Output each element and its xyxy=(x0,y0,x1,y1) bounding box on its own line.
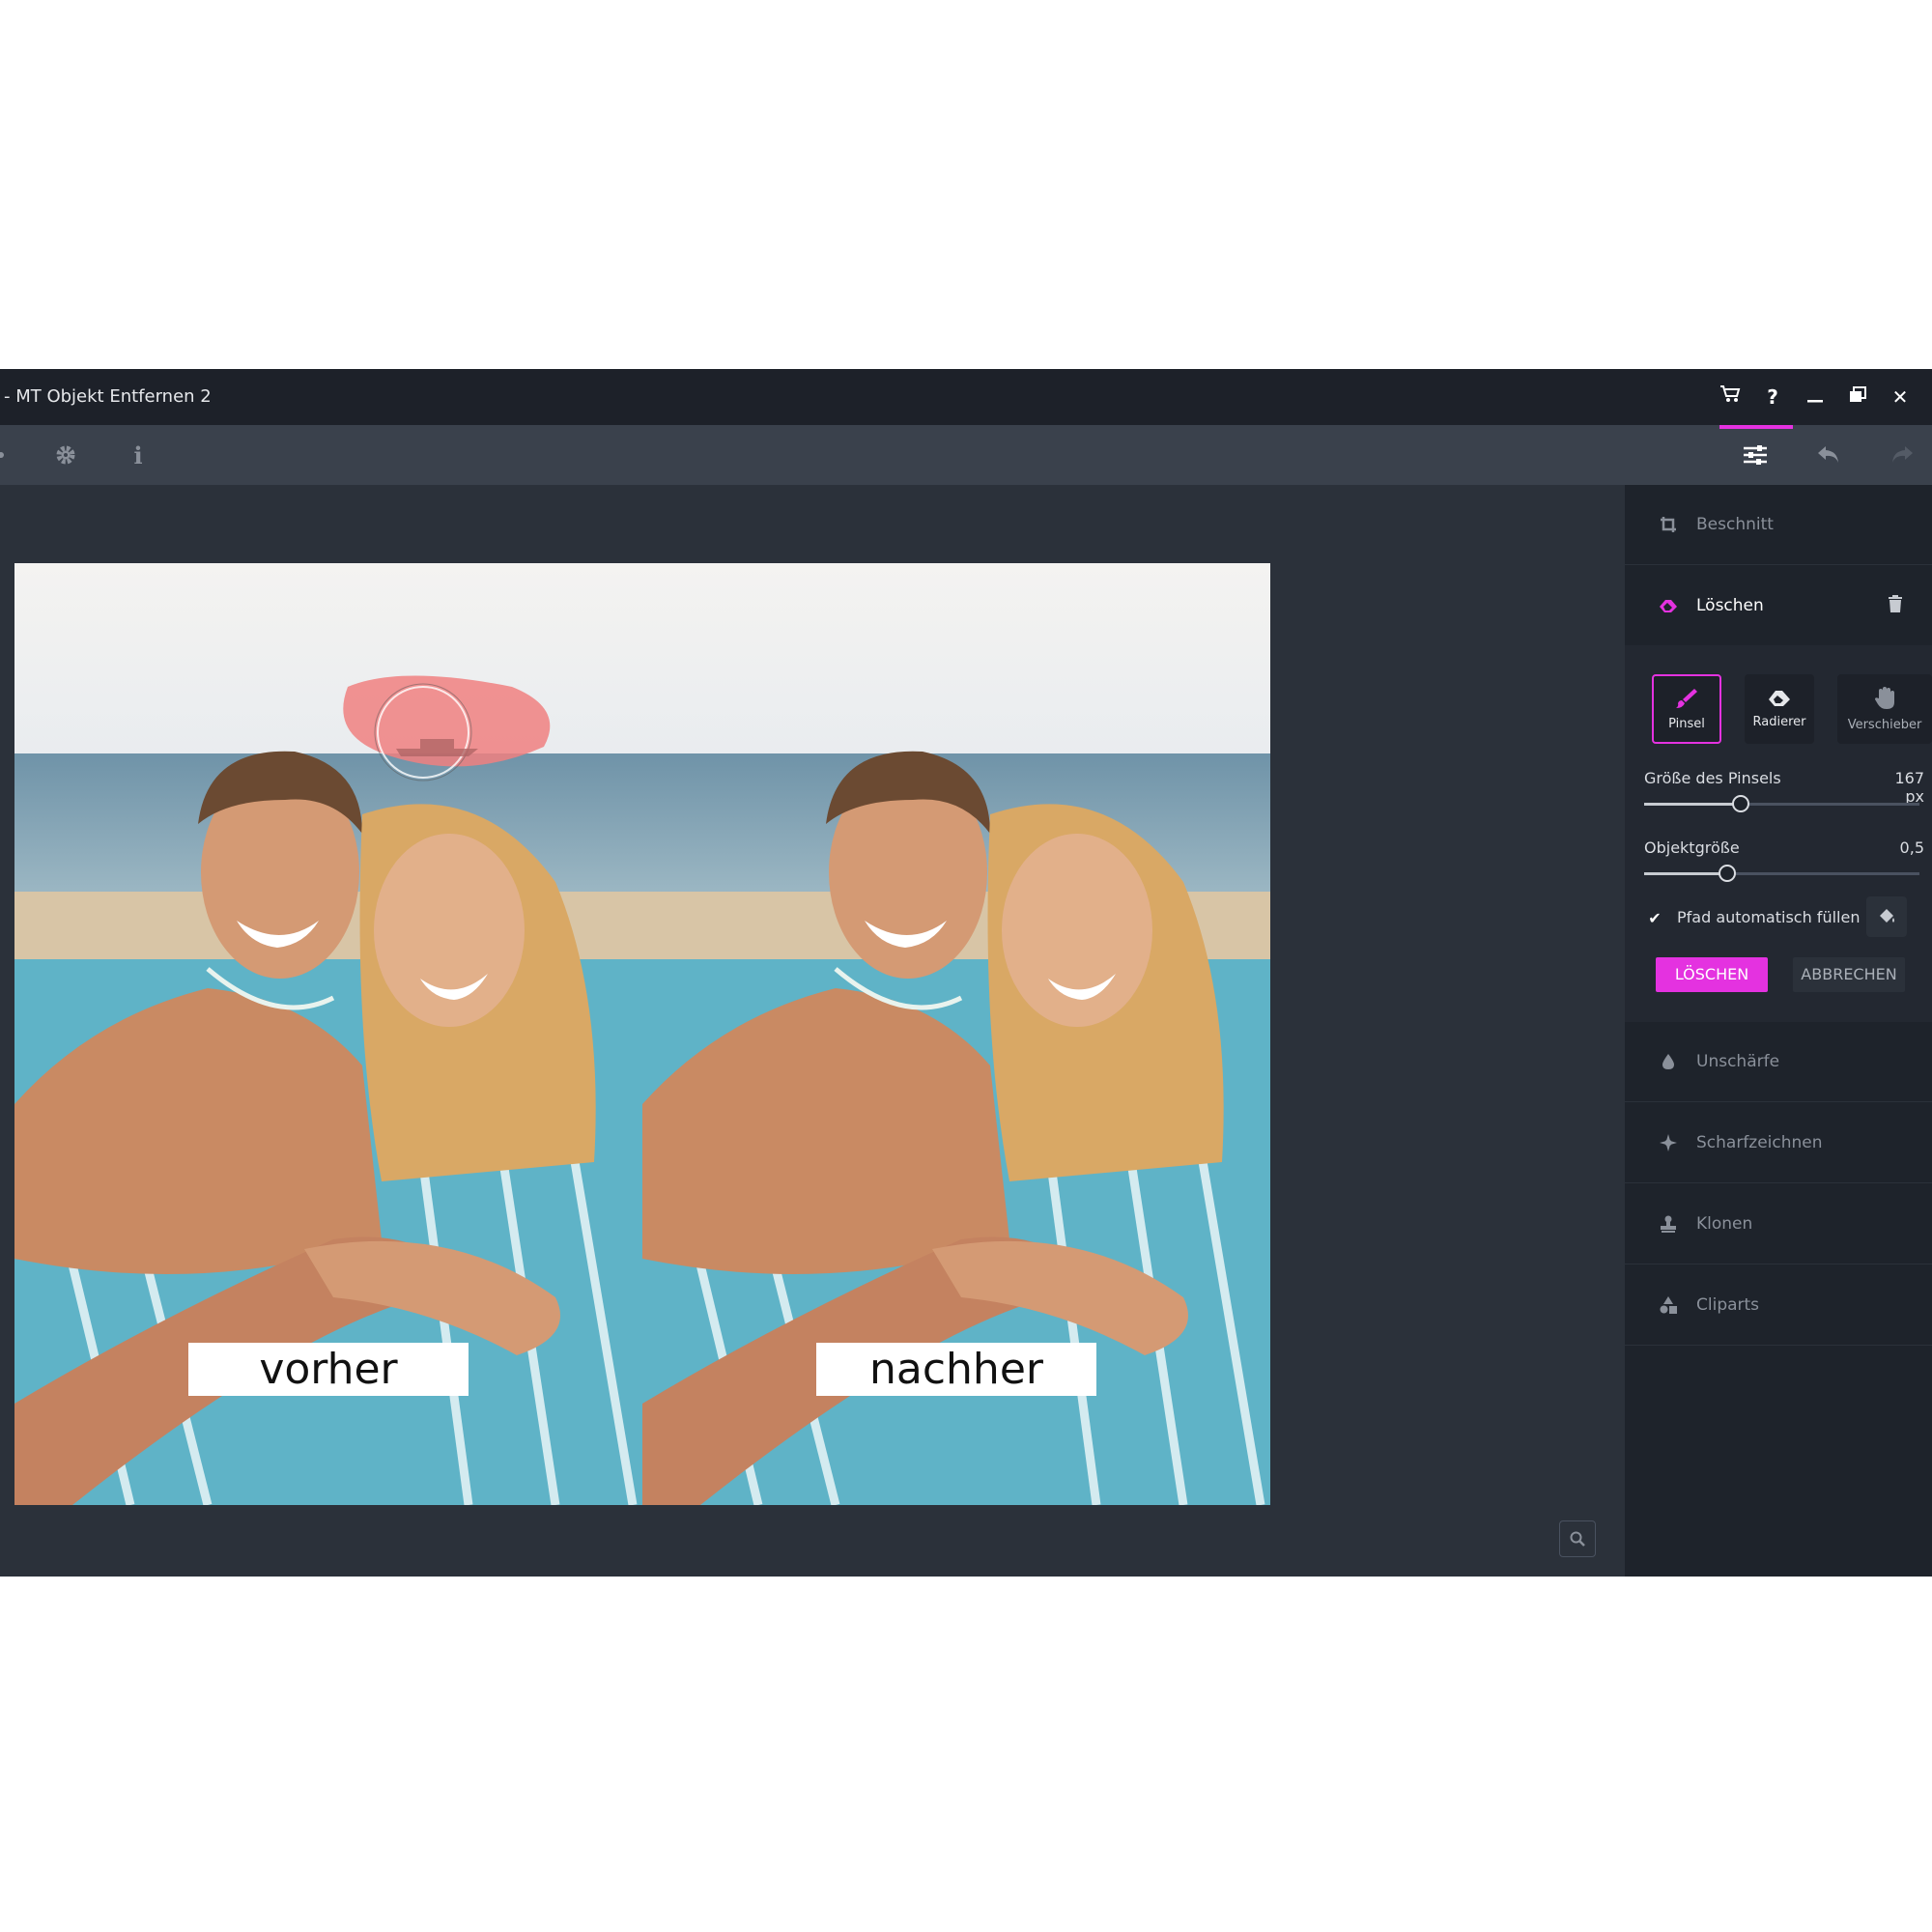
autofill-checkbox[interactable]: ✔ xyxy=(1646,909,1663,927)
brush-size-value: 167 px xyxy=(1894,769,1924,806)
eraser-icon xyxy=(1658,595,1679,616)
object-size-slider-knob[interactable] xyxy=(1718,865,1736,882)
tool-label: Radierer xyxy=(1752,714,1806,729)
section-label: Klonen xyxy=(1696,1214,1753,1234)
object-size-value: 0,5 xyxy=(1899,838,1924,857)
app-window: - MT Objekt Entfernen 2 ? ✕ i vorher nac… xyxy=(0,369,1932,1577)
section-label: Scharfzeichnen xyxy=(1696,1133,1823,1152)
crop-icon xyxy=(1658,514,1679,535)
tool-label: Pinsel xyxy=(1668,716,1705,731)
section-klonen[interactable]: Klonen xyxy=(1625,1184,1932,1264)
brush-size-slider-knob[interactable] xyxy=(1731,795,1749,812)
sliders-icon[interactable] xyxy=(1739,439,1772,471)
minimize-icon[interactable] xyxy=(1799,381,1832,413)
fill-bucket-button[interactable] xyxy=(1866,896,1907,937)
undo-icon[interactable] xyxy=(1812,439,1845,471)
gear-icon[interactable] xyxy=(49,439,82,471)
caption-before: vorher xyxy=(188,1343,469,1396)
tool-verschieber[interactable]: Verschieber xyxy=(1837,674,1932,744)
sparkle-icon xyxy=(1658,1132,1679,1153)
autofill-label: Pfad automatisch füllen xyxy=(1677,908,1861,926)
tool-label: Verschieber xyxy=(1847,717,1922,732)
window-title: - MT Objekt Entfernen 2 xyxy=(4,386,212,407)
brush-icon xyxy=(1676,688,1697,708)
search-icon xyxy=(1570,1531,1585,1547)
section-label: Unschärfe xyxy=(1696,1052,1780,1071)
section-unschaerfe[interactable]: Unschärfe xyxy=(1625,1022,1932,1102)
delete-button[interactable]: LÖSCHEN xyxy=(1656,957,1768,992)
title-bar: - MT Objekt Entfernen 2 ? ✕ xyxy=(0,369,1932,425)
partial-left-icon[interactable] xyxy=(0,439,17,471)
tool-radierer[interactable]: Radierer xyxy=(1745,674,1814,744)
loeschen-options: Pinsel Radierer Verschieber Größe des Pi… xyxy=(1625,645,1932,1022)
zoom-button[interactable] xyxy=(1559,1520,1596,1557)
eraser-tool-icon xyxy=(1769,690,1790,706)
tool-pinsel[interactable]: Pinsel xyxy=(1652,674,1721,744)
section-beschnitt[interactable]: Beschnitt xyxy=(1625,485,1932,565)
redo-icon[interactable] xyxy=(1886,439,1918,471)
section-label: Cliparts xyxy=(1696,1295,1760,1315)
section-label: Beschnitt xyxy=(1696,515,1774,534)
droplet-icon xyxy=(1658,1051,1679,1072)
active-tab-indicator xyxy=(1719,425,1793,429)
cancel-button[interactable]: ABBRECHEN xyxy=(1793,957,1905,992)
paint-bucket-icon xyxy=(1880,909,1894,923)
close-icon[interactable]: ✕ xyxy=(1884,381,1917,413)
trash-icon[interactable] xyxy=(1888,595,1903,616)
brush-size-label: Größe des Pinsels xyxy=(1644,769,1781,787)
toolbar: i xyxy=(0,425,1932,485)
section-scharfzeichnen[interactable]: Scharfzeichnen xyxy=(1625,1103,1932,1183)
cart-icon[interactable] xyxy=(1714,381,1747,413)
stamp-icon xyxy=(1658,1213,1679,1235)
canvas-area[interactable]: vorher nachher xyxy=(0,485,1625,1577)
caption-after: nachher xyxy=(816,1343,1096,1396)
help-icon[interactable]: ? xyxy=(1756,381,1789,413)
tools-panel: Beschnitt Löschen Pinsel Radierer Versch xyxy=(1625,485,1932,1577)
brush-size-slider-fill xyxy=(1644,803,1741,806)
restore-icon[interactable] xyxy=(1841,381,1874,413)
shapes-icon xyxy=(1658,1294,1679,1316)
hand-icon xyxy=(1875,686,1894,709)
object-size-slider-fill xyxy=(1644,872,1727,875)
object-size-label: Objektgröße xyxy=(1644,838,1740,857)
section-loeschen[interactable]: Löschen xyxy=(1625,566,1932,646)
section-label: Löschen xyxy=(1696,596,1764,615)
info-icon[interactable]: i xyxy=(122,439,155,471)
section-cliparts[interactable]: Cliparts xyxy=(1625,1265,1932,1346)
